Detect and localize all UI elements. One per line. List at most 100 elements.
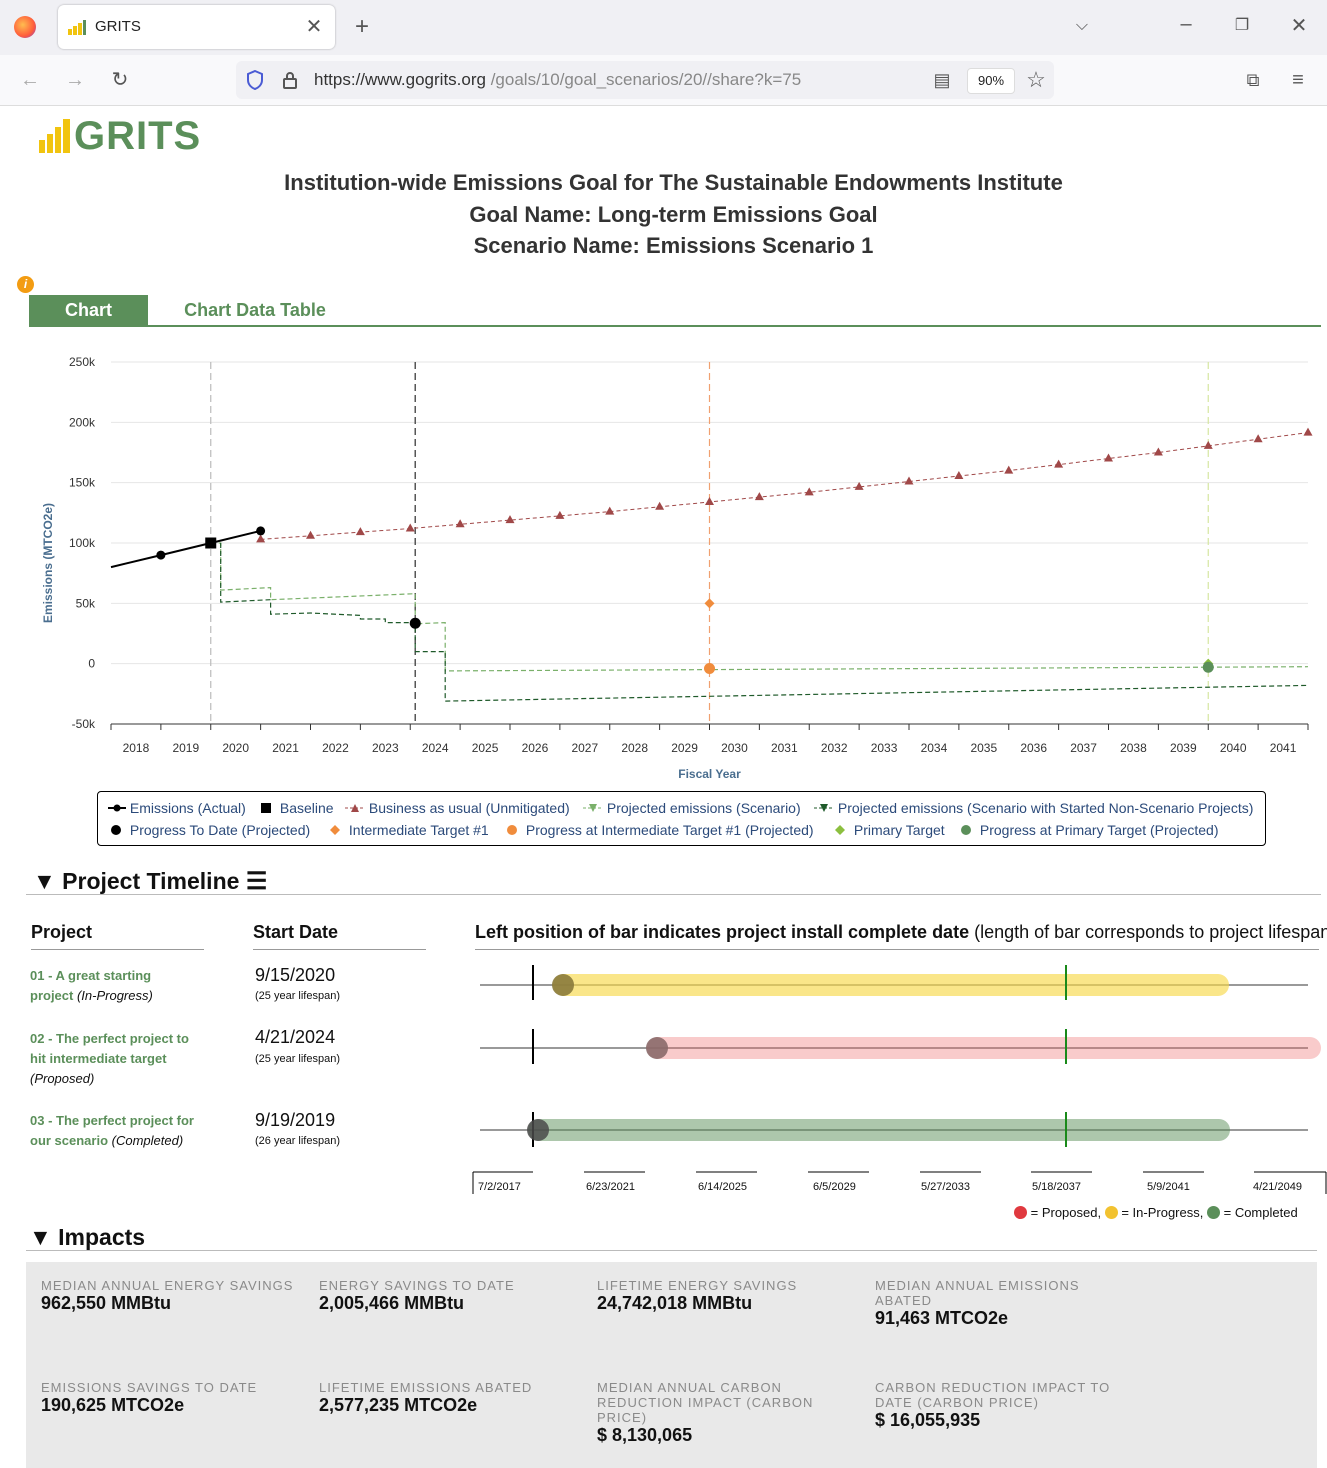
x-tick-label: 2035 <box>970 741 997 755</box>
bar-header-normal: (length of bar corresponds to project li… <box>974 922 1327 942</box>
x-tick-label: 2038 <box>1120 741 1147 755</box>
project-2-start-dot[interactable] <box>646 1037 668 1059</box>
legend-label: Projected emissions (Scenario with Start… <box>837 800 1254 816</box>
legend-label: Progress at Intermediate Target #1 (Proj… <box>525 822 814 838</box>
col-header-bar: Left position of bar indicates project i… <box>475 922 1327 943</box>
minimize-icon[interactable]: – <box>1174 12 1198 36</box>
url-bar[interactable]: https://www.gogrits.org /goals/10/goal_s… <box>236 61 1054 99</box>
impact-value: $ 8,130,065 <box>597 1425 693 1445</box>
project-name-line[interactable]: project <box>30 988 73 1003</box>
bookmark-star-icon[interactable]: ☆ <box>1024 68 1048 92</box>
extensions-icon[interactable]: ⧉ <box>1241 68 1265 92</box>
legend-label: Projected emissions (Scenario) <box>606 800 801 816</box>
timeline-divider <box>26 894 1321 895</box>
legend-label: Primary Target <box>853 822 945 838</box>
url-domain: https://www.gogrits.org <box>314 70 486 89</box>
bau-marker <box>455 519 465 528</box>
list-tabs-chevron-down-icon[interactable]: ⌵ <box>1070 14 1094 38</box>
legend-dot-icon <box>111 825 121 835</box>
project-row-3-name[interactable]: 03 - The perfect project for our scenari… <box>30 1111 194 1151</box>
impact-card: MEDIAN ANNUAL CARBON REDUCTION IMPACT (C… <box>597 1380 837 1446</box>
close-tab-icon[interactable]: ✕ <box>302 15 326 39</box>
project-name-line[interactable]: hit intermediate target <box>30 1049 189 1069</box>
impact-value: 962,550 MMBtu <box>41 1293 172 1313</box>
project-timeline-heading[interactable]: ▼ Project Timeline ☰ <box>33 867 267 896</box>
collapse-triangle-icon[interactable]: ▼ <box>29 1224 52 1250</box>
y-tick-label: 150k <box>69 476 96 490</box>
project-1-bar[interactable] <box>553 974 1229 996</box>
legend-dashed-triangle-down-icon <box>814 804 834 812</box>
section-title: Impacts <box>58 1224 146 1250</box>
legend-item-projected-started[interactable]: Projected emissions (Scenario with Start… <box>814 800 1253 816</box>
project-row-2-lifespan: (25 year lifespan) <box>255 1053 340 1065</box>
project-3-bar[interactable] <box>528 1119 1230 1141</box>
timeline-axis-labels: 7/2/2017 6/23/2021 6/14/2025 6/5/2029 5/… <box>470 1181 1327 1195</box>
tab-chart-data-table[interactable]: Chart Data Table <box>170 295 340 326</box>
back-arrow-icon[interactable]: ← <box>18 68 42 92</box>
project-name-line[interactable]: 01 - A great starting <box>30 966 153 986</box>
project-1-start-dot[interactable] <box>552 974 574 996</box>
project-name-line[interactable]: 03 - The perfect project for <box>30 1111 194 1131</box>
project-status: (Completed) <box>111 1133 184 1148</box>
project-3-start-dot[interactable] <box>527 1119 549 1141</box>
zoom-level[interactable]: 90% <box>967 68 1015 94</box>
filter-sliders-icon[interactable]: ☰ <box>246 868 268 895</box>
y-tick-label: 100k <box>69 536 96 550</box>
impact-label: LIFETIME ENERGY SAVINGS <box>597 1278 798 1293</box>
info-icon[interactable]: i <box>17 276 34 293</box>
legend-item-bau[interactable]: Business as usual (Unmitigated) <box>345 800 570 816</box>
project-status: (In-Progress) <box>76 988 153 1003</box>
firefox-menu-icon[interactable] <box>14 16 36 38</box>
impact-value: 190,625 MTCO2e <box>41 1395 185 1415</box>
legend-item-baseline[interactable]: Baseline <box>260 800 334 816</box>
x-axis-title: Fiscal Year <box>678 767 741 781</box>
legend-item-actual[interactable]: Emissions (Actual) <box>108 800 246 816</box>
collapse-triangle-icon[interactable]: ▼ <box>33 868 56 894</box>
y-tick-label: 50k <box>76 596 96 610</box>
legend-label: Progress at Primary Target (Projected) <box>979 822 1219 838</box>
legend-item-intermediate-target[interactable]: Intermediate Target #1 <box>329 822 489 838</box>
impact-card: MEDIAN ANNUAL ENERGY SAVINGS 962,550 MMB… <box>41 1278 301 1314</box>
bau-marker <box>655 501 665 510</box>
x-tick-label: 2024 <box>422 741 449 755</box>
x-tick-label: 2031 <box>771 741 798 755</box>
impact-label: LIFETIME EMISSIONS ABATED <box>319 1380 533 1395</box>
reload-icon[interactable]: ↻ <box>108 68 132 92</box>
legend-item-progress-primary[interactable]: Progress at Primary Target (Projected) <box>960 822 1219 838</box>
legend-dashed-triangle-icon <box>345 804 365 812</box>
x-tick-label: 2021 <box>272 741 299 755</box>
close-window-icon[interactable]: ✕ <box>1287 14 1311 38</box>
bau-marker <box>605 506 615 515</box>
forward-arrow-icon[interactable]: → <box>63 68 87 92</box>
legend-item-primary-target[interactable]: Primary Target <box>834 822 945 838</box>
shield-icon[interactable] <box>246 69 264 91</box>
bau-marker <box>1303 427 1313 436</box>
x-tick-label: 2019 <box>172 741 199 755</box>
emissions-chart: 250k 200k 150k 100k 50k 0 -50k 2018 2019 2020 2021… <box>41 355 1313 781</box>
lock-icon[interactable] <box>282 70 298 90</box>
legend-item-progress-to-date[interactable]: Progress To Date (Projected) <box>110 822 310 838</box>
tab-chart[interactable]: Chart <box>29 295 148 326</box>
project-2-bar[interactable] <box>647 1037 1321 1059</box>
impacts-heading[interactable]: ▼ Impacts <box>29 1224 145 1251</box>
project-timeline-chart <box>472 965 1327 1194</box>
projected-scenario-line <box>210 542 1309 672</box>
legend-item-projected[interactable]: Projected emissions (Scenario) <box>583 800 801 816</box>
x-tick-label: 2025 <box>472 741 499 755</box>
bau-marker <box>1054 459 1064 468</box>
project-name-line[interactable]: our scenario <box>30 1133 108 1148</box>
impact-value: 91,463 MTCO2e <box>875 1308 1009 1328</box>
page-title-line2: Goal Name: Long-term Emissions Goal <box>469 202 878 227</box>
legend-label: Baseline <box>279 800 334 816</box>
new-tab-icon[interactable]: + <box>350 15 374 39</box>
legend-item-progress-intermediate[interactable]: Progress at Intermediate Target #1 (Proj… <box>506 822 814 838</box>
project-row-1-name[interactable]: 01 - A great starting project (In-Progre… <box>30 966 153 1006</box>
project-row-2-name[interactable]: 02 - The perfect project to hit intermed… <box>30 1029 189 1089</box>
restore-window-icon[interactable]: ❐ <box>1230 14 1254 38</box>
reader-view-icon[interactable]: ▤ <box>930 68 954 92</box>
actual-marker <box>256 526 266 536</box>
project-row-1-lifespan: (25 year lifespan) <box>255 990 340 1002</box>
menu-hamburger-icon[interactable]: ≡ <box>1286 68 1310 92</box>
browser-tab-active[interactable]: GRITS ✕ <box>58 5 335 49</box>
project-name-line[interactable]: 02 - The perfect project to <box>30 1029 189 1049</box>
